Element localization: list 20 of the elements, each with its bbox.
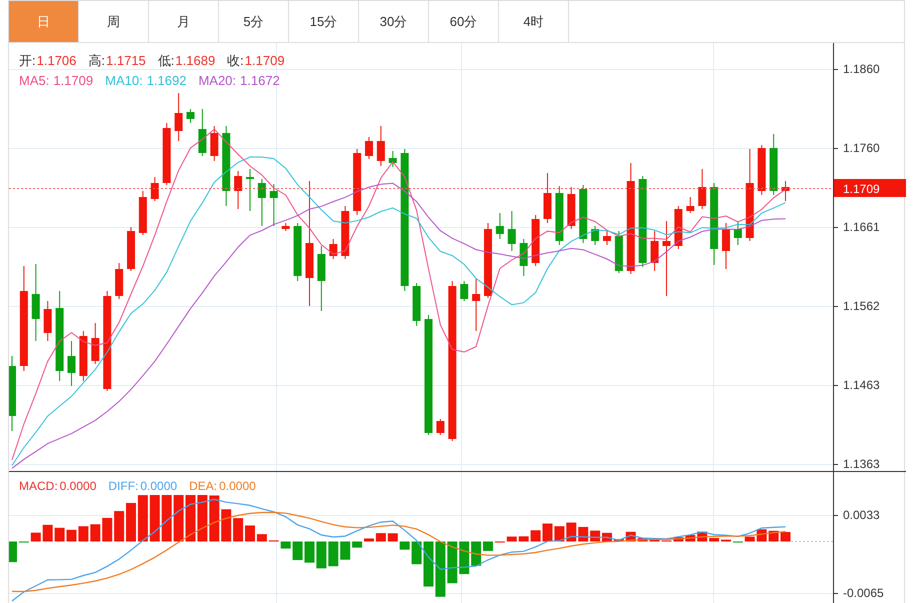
legend-item: 低:1.1689	[158, 52, 216, 70]
current-price-label: 1.1709	[834, 179, 906, 197]
legend-item: 收:1.1709	[227, 52, 285, 70]
legend-item: MA20: 1.1672	[198, 72, 280, 90]
legend-item: MA5: 1.1709	[19, 72, 94, 90]
legend-item: DIFF: 0.0000	[108, 478, 178, 495]
price-tick-label: 1.1463	[832, 378, 880, 392]
price-tick-label: 1.1363	[832, 457, 880, 471]
price-tick-label: 1.1860	[832, 62, 880, 76]
price-tick-label: 1.1562	[832, 299, 880, 313]
legend-item: 开:1.1706	[19, 52, 76, 70]
legend-item: 高:1.1715	[88, 52, 146, 70]
legend-item: MACD: 0.0000	[19, 478, 96, 495]
legend-item: MA10: 1.1692	[105, 72, 186, 90]
price-tick-label: 1.1760	[832, 141, 880, 155]
zero-line	[790, 541, 834, 542]
legend-item: DEA: 0.0000	[189, 478, 256, 495]
macd-tick-label: -0.0065	[832, 586, 884, 600]
macd-tick-label: 0.0033	[832, 508, 880, 522]
price-tick-label: 1.1661	[832, 220, 880, 234]
